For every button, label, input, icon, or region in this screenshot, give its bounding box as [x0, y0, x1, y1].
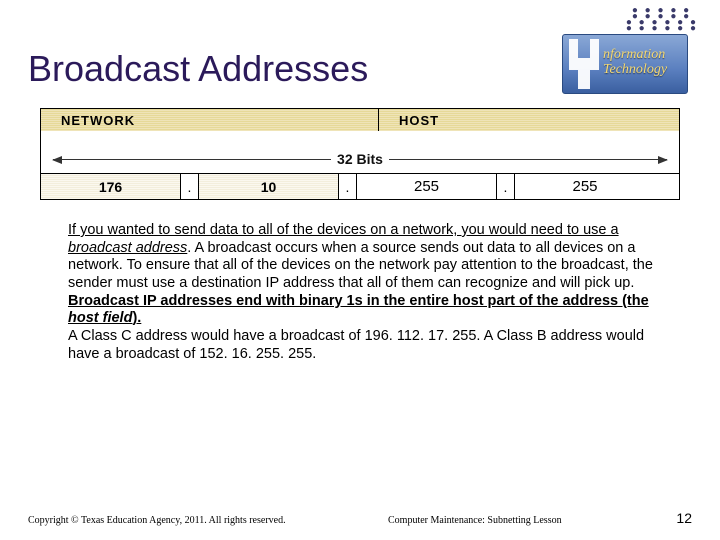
octet-4: 255 [515, 174, 655, 199]
logo-text-1: nformation [603, 47, 665, 62]
logo-dots: ● ● ● ● ● ● ● ● ● ● ● ● ● ● ● ● ● ● ● ● … [632, 8, 698, 32]
octet-2: 10 [199, 174, 339, 199]
slide: ● ● ● ● ● ● ● ● ● ● ● ● ● ● ● ● ● ● ● ● … [0, 0, 720, 540]
dot-2: . [339, 174, 357, 199]
bits-label: 32 Bits [331, 151, 389, 167]
bits-row: 32 Bits [41, 131, 679, 173]
octet-1: 176 [41, 174, 181, 199]
dot-3: . [497, 174, 515, 199]
host-field-term: host field [68, 310, 132, 326]
header-network: NETWORK [41, 109, 379, 131]
ip-diagram: NETWORK HOST 32 Bits 176 . 10 . 255 . 25… [40, 108, 680, 200]
footer: Copyright © Texas Education Agency, 2011… [0, 510, 720, 526]
footer-copyright: Copyright © Texas Education Agency, 2011… [28, 515, 388, 526]
sentence-2a: Broadcast IP addresses end with binary 1… [68, 293, 649, 309]
sentence-1a: If you wanted to send data to all of the… [68, 222, 619, 238]
sentence-3: A Class C address would have a broadcast… [68, 328, 644, 362]
logo-text-2: Technology [603, 62, 667, 77]
octet-row: 176 . 10 . 255 . 255 [41, 173, 679, 199]
footer-page: 12 [652, 510, 692, 526]
sentence-2c: ). [132, 310, 141, 326]
dot-1: . [181, 174, 199, 199]
broadcast-term: broadcast address [68, 240, 187, 256]
octet-3: 255 [357, 174, 497, 199]
logo: ● ● ● ● ● ● ● ● ● ● ● ● ● ● ● ● ● ● ● ● … [538, 8, 698, 98]
footer-lesson: Computer Maintenance: Subnetting Lesson [388, 515, 652, 526]
body-paragraph: If you wanted to send data to all of the… [68, 222, 676, 364]
logo-badge: nformation Technology [562, 34, 688, 94]
header-host: HOST [379, 109, 679, 131]
